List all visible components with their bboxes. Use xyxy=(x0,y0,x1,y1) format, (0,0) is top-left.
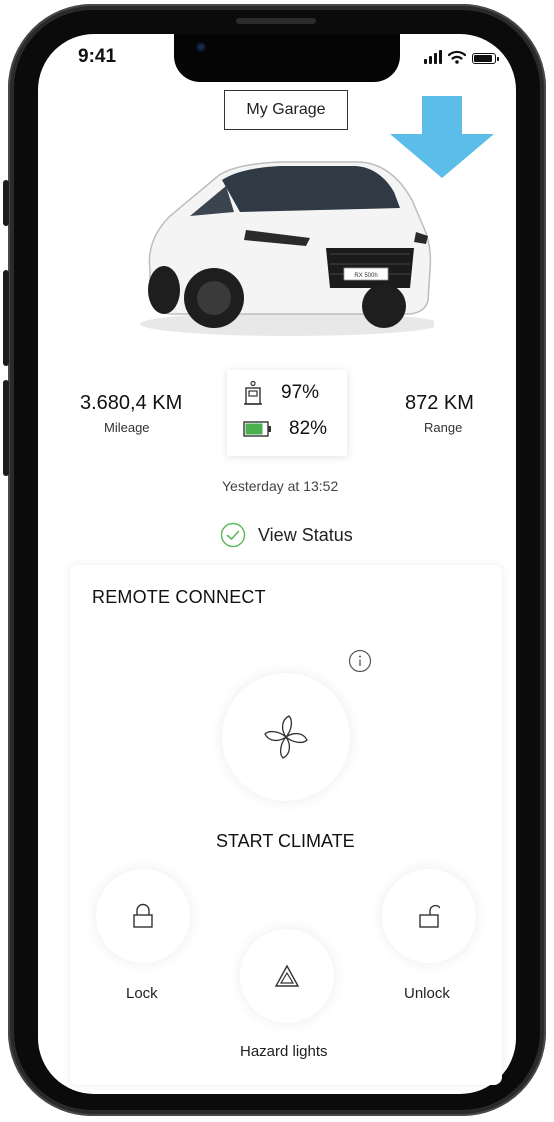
start-climate-button[interactable] xyxy=(222,673,350,801)
status-time: 9:41 xyxy=(78,46,117,67)
volume-up-button xyxy=(3,270,9,366)
unlock-icon xyxy=(419,904,440,928)
hazard-lights-button[interactable] xyxy=(240,929,334,1023)
lock-label: Lock xyxy=(126,985,158,1002)
hazard-icon xyxy=(274,964,300,987)
wifi-icon xyxy=(448,50,466,64)
fuel-level-row: 97% xyxy=(243,380,319,406)
start-climate-label: START CLIMATE xyxy=(216,831,355,851)
battery-fill xyxy=(245,423,263,435)
license-plate: RX 500h xyxy=(354,273,377,279)
remote-connect-card: REMOTE CONNECT START CLIMATE Lock Unlock xyxy=(70,565,502,1085)
status-icons xyxy=(424,50,499,64)
check-circle xyxy=(220,522,246,548)
mileage-value: 3.680,4 KM xyxy=(80,392,183,414)
front-camera xyxy=(196,42,206,52)
view-status-link[interactable]: View Status xyxy=(220,522,353,548)
volume-down-button xyxy=(3,380,9,476)
range-label: Range xyxy=(424,420,463,435)
fuel-percent: 97% xyxy=(281,382,320,403)
my-garage-button[interactable]: My Garage xyxy=(224,90,348,130)
level-card: 97% 82% xyxy=(227,370,347,456)
hazard-lights-label: Hazard lights xyxy=(240,1043,328,1060)
lock-icon xyxy=(133,903,153,928)
last-updated: Yesterday at 13:52 xyxy=(222,478,339,494)
battery-icon xyxy=(243,421,271,437)
view-status-label: View Status xyxy=(258,524,353,545)
car-image: RX 500h xyxy=(140,161,434,336)
info-icon[interactable] xyxy=(348,649,372,673)
battery-status-icon xyxy=(472,53,499,64)
fuel-pump-icon xyxy=(244,380,262,405)
range-value: 872 KM xyxy=(405,392,474,414)
unlock-label: Unlock xyxy=(404,985,450,1002)
notch xyxy=(174,34,400,82)
fan-icon xyxy=(264,715,308,759)
speaker-grille xyxy=(236,18,316,24)
remote-connect-title: REMOTE CONNECT xyxy=(92,587,266,607)
mute-switch xyxy=(3,180,9,226)
mileage-label: Mileage xyxy=(104,420,150,435)
lock-button[interactable] xyxy=(96,869,190,963)
signal-icon xyxy=(424,50,442,64)
check-circle-icon xyxy=(220,522,246,548)
battery-percent: 82% xyxy=(289,418,328,439)
battery-level-row: 82% xyxy=(243,418,327,440)
unlock-button[interactable] xyxy=(382,869,476,963)
check-mark xyxy=(226,530,240,540)
